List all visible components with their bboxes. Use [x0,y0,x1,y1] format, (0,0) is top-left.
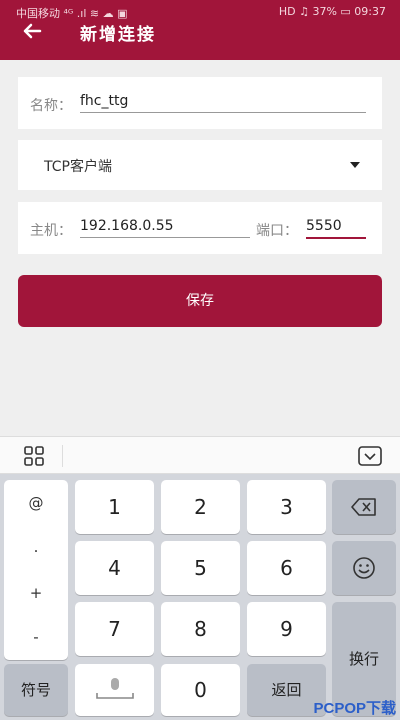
watermark: PCPOP下载 [313,700,396,717]
name-label: 名称： [30,98,72,114]
space-key[interactable] [75,664,154,716]
key-7[interactable]: 7 [75,602,154,656]
key-plus[interactable]: + [4,584,68,602]
port-label: 端口： [256,223,298,239]
connection-type-value: TCP客户端 [44,159,112,175]
key-4[interactable]: 4 [75,541,154,595]
key-1[interactable]: 1 [75,480,154,534]
save-button[interactable]: 保存 [18,275,382,327]
name-input[interactable]: fhc_ttg [80,93,366,113]
key-3[interactable]: 3 [247,480,326,534]
key-6[interactable]: 6 [247,541,326,595]
key-8[interactable]: 8 [161,602,240,656]
connection-type-select[interactable]: TCP客户端 [18,140,382,190]
symbol-column[interactable]: @ . + - [4,480,68,660]
key-2[interactable]: 2 [161,480,240,534]
symbols-key[interactable]: 符号 [4,664,68,716]
backspace-icon [351,498,376,516]
key-dot[interactable]: . [4,538,68,556]
status-bar: 中国移动 ⁴ᴳ .ıl ≋ ☁ ▣ HD ♫ 37% ▭ 09:37 [0,0,400,24]
key-0[interactable]: 0 [161,664,240,716]
port-input[interactable]: 5550 [306,218,366,239]
key-9[interactable]: 9 [247,602,326,656]
grid-menu-icon[interactable] [24,446,44,466]
key-at[interactable]: @ [4,494,68,512]
name-row: 名称： fhc_ttg [18,77,382,129]
keyboard-hide-icon[interactable] [358,446,382,466]
page-title: 新增连接 [80,25,156,45]
numeric-keyboard: @ . + - 1 2 3 4 5 6 7 8 9 换行 符号 0 返回 [0,474,400,720]
microphone-icon [95,678,134,699]
host-row: 主机： 192.168.0.55 端口： 5550 [18,202,382,254]
back-arrow-icon[interactable] [20,19,44,43]
app-header: 中国移动 ⁴ᴳ .ıl ≋ ☁ ▣ HD ♫ 37% ▭ 09:37 新增连接 [0,0,400,60]
key-5[interactable]: 5 [161,541,240,595]
host-label: 主机： [30,223,72,239]
emoji-icon [353,557,375,579]
dropdown-arrow-icon [350,162,360,168]
host-input[interactable]: 192.168.0.55 [80,218,250,238]
system-status: HD ♫ 37% ▭ 09:37 [278,5,386,18]
toolbar-divider [62,445,63,467]
delete-key[interactable] [332,480,396,534]
emoji-key[interactable] [332,541,396,595]
keyboard-toolbar [0,436,400,474]
key-minus[interactable]: - [4,628,68,646]
